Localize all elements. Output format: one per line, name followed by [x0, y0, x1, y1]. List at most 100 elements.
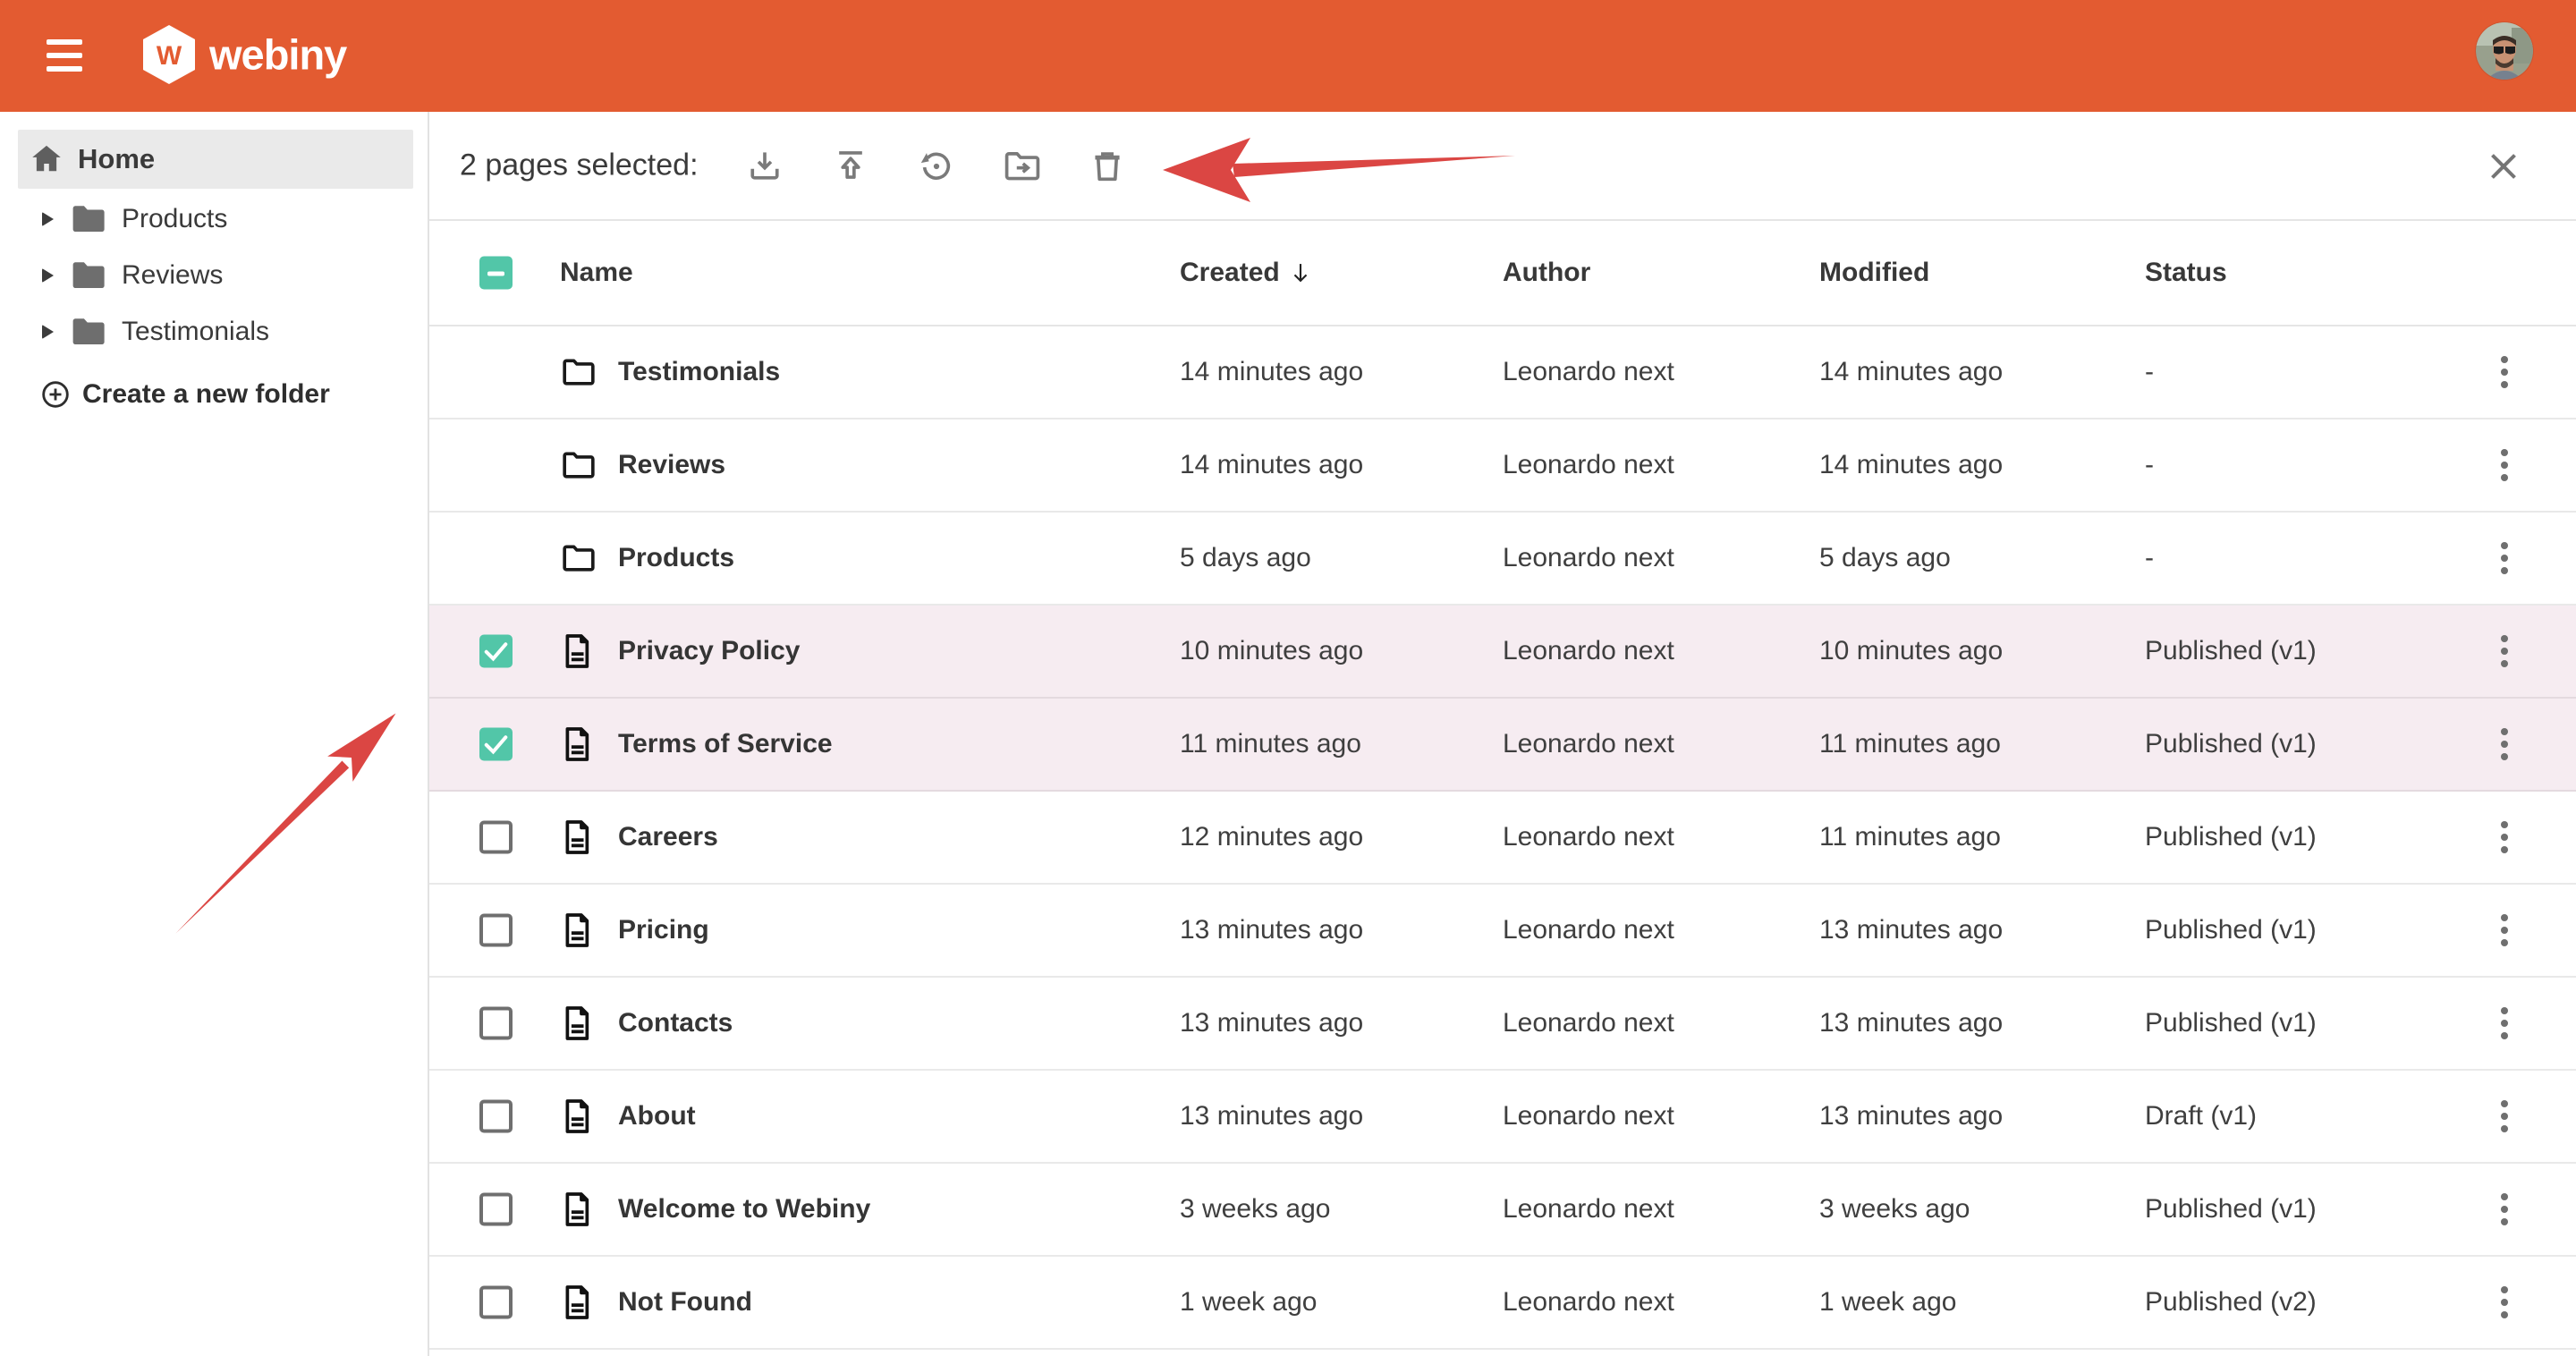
kebab-icon: [2501, 542, 2508, 549]
row-checkbox[interactable]: [479, 1286, 513, 1319]
svg-text:W: W: [157, 41, 182, 71]
cell-created: 3 weeks ago: [1180, 1194, 1330, 1225]
cell-created: 13 minutes ago: [1180, 1008, 1363, 1038]
column-header-name: Name: [560, 258, 633, 288]
sidebar-folder-item-testimonials[interactable]: Testimonials: [0, 303, 428, 360]
cell-status: Published (v1): [2145, 729, 2317, 759]
row-menu-button[interactable]: [2488, 999, 2521, 1047]
caret-right-icon[interactable]: [42, 325, 54, 339]
sidebar-folder-item-reviews[interactable]: Reviews: [0, 247, 428, 303]
table-row[interactable]: Testimonials 14 minutes ago Leonardo nex…: [429, 326, 2576, 420]
caret-right-icon[interactable]: [42, 212, 54, 226]
folder-icon: [562, 544, 596, 572]
row-menu-button[interactable]: [2488, 906, 2521, 954]
table-row[interactable]: About 13 minutes ago Leonardo next 13 mi…: [429, 1071, 2576, 1164]
kebab-icon: [2501, 1193, 2508, 1200]
user-avatar[interactable]: [2476, 22, 2533, 80]
row-checkbox[interactable]: [479, 914, 513, 947]
cell-status: Draft (v1): [2145, 1101, 2257, 1131]
cell-author: Leonardo next: [1503, 1101, 1674, 1131]
table-row[interactable]: Not Found 1 week ago Leonardo next 1 wee…: [429, 1257, 2576, 1350]
cell-status: -: [2145, 450, 2154, 480]
row-menu-button[interactable]: [2488, 720, 2521, 768]
folder-icon: [562, 451, 596, 479]
close-selection-button[interactable]: [2485, 148, 2522, 186]
table-row[interactable]: Pricing 13 minutes ago Leonardo next 13 …: [429, 885, 2576, 978]
table-header: Name Created Author Modified Status: [429, 221, 2576, 326]
document-icon: [562, 1191, 592, 1227]
table-row[interactable]: Contacts 13 minutes ago Leonardo next 13…: [429, 978, 2576, 1071]
row-menu-button[interactable]: [2488, 534, 2521, 582]
row-checkbox[interactable]: [479, 635, 513, 668]
cell-status: Published (v2): [2145, 1287, 2317, 1318]
row-checkbox[interactable]: [479, 1100, 513, 1133]
restore-icon: [917, 147, 956, 186]
select-all-checkbox[interactable]: [479, 257, 513, 290]
download-button[interactable]: [745, 147, 784, 186]
kebab-icon: [2501, 635, 2508, 642]
row-checkbox[interactable]: [479, 728, 513, 761]
kebab-icon: [2501, 821, 2508, 828]
column-header-modified: Modified: [1819, 258, 1929, 288]
row-checkbox[interactable]: [479, 1193, 513, 1226]
table-row[interactable]: Products 5 days ago Leonardo next 5 days…: [429, 513, 2576, 606]
cell-modified: 11 minutes ago: [1819, 729, 2001, 759]
cell-modified: 3 weeks ago: [1819, 1194, 1970, 1225]
sidebar-folder-item-products[interactable]: Products: [0, 191, 428, 247]
table-row[interactable]: Welcome to Webiny 3 weeks ago Leonardo n…: [429, 1164, 2576, 1257]
row-name: About: [618, 1101, 696, 1131]
sidebar-item-home[interactable]: Home: [18, 130, 413, 189]
document-icon: [562, 912, 592, 948]
brand-wordmark: webiny: [209, 30, 346, 79]
row-menu-button[interactable]: [2488, 441, 2521, 489]
row-menu-button[interactable]: [2488, 1092, 2521, 1140]
sort-desc-icon: [1289, 260, 1312, 285]
delete-button[interactable]: [1088, 147, 1127, 186]
bulk-actions-toolbar: 2 pages selected:: [429, 112, 2576, 221]
table-row[interactable]: Terms of Service 11 minutes ago Leonardo…: [429, 699, 2576, 792]
cell-author: Leonardo next: [1503, 543, 1674, 573]
document-icon: [562, 633, 592, 669]
column-header-created[interactable]: Created: [1180, 258, 1312, 288]
table-row[interactable]: Privacy Policy 10 minutes ago Leonardo n…: [429, 606, 2576, 699]
kebab-icon: [2501, 356, 2508, 363]
row-name: Testimonials: [618, 357, 780, 387]
document-icon: [562, 819, 592, 855]
publish-button[interactable]: [831, 147, 870, 186]
cell-modified: 14 minutes ago: [1819, 450, 2003, 480]
table-row[interactable]: Reviews 14 minutes ago Leonardo next 14 …: [429, 420, 2576, 513]
create-folder-button[interactable]: Create a new folder: [0, 367, 428, 422]
kebab-icon: [2501, 914, 2508, 921]
table-row[interactable]: Careers 12 minutes ago Leonardo next 11 …: [429, 792, 2576, 885]
webiny-logo[interactable]: W: [143, 25, 195, 89]
column-header-author: Author: [1503, 258, 1590, 288]
row-name: Reviews: [618, 450, 725, 480]
cell-status: Published (v1): [2145, 915, 2317, 945]
cell-status: -: [2145, 357, 2154, 387]
row-checkbox[interactable]: [479, 1007, 513, 1040]
cell-author: Leonardo next: [1503, 636, 1674, 666]
row-menu-button[interactable]: [2488, 1278, 2521, 1326]
row-checkbox[interactable]: [479, 821, 513, 854]
cell-created: 5 days ago: [1180, 543, 1311, 573]
cell-modified: 14 minutes ago: [1819, 357, 2003, 387]
column-header-status: Status: [2145, 258, 2227, 288]
row-name: Terms of Service: [618, 729, 833, 759]
cell-created: 12 minutes ago: [1180, 822, 1363, 852]
folder-icon: [71, 316, 108, 348]
cell-status: -: [2145, 543, 2154, 573]
restore-button[interactable]: [917, 147, 956, 186]
move-button[interactable]: [1003, 147, 1042, 186]
menu-icon[interactable]: [47, 39, 86, 72]
row-menu-button[interactable]: [2488, 813, 2521, 861]
row-menu-button[interactable]: [2488, 348, 2521, 396]
row-name: Products: [618, 543, 734, 573]
sidebar: Home Products Reviews Testimonials Creat…: [0, 112, 429, 1356]
row-menu-button[interactable]: [2488, 1185, 2521, 1233]
caret-right-icon[interactable]: [42, 268, 54, 283]
move-to-folder-icon: [1003, 147, 1042, 186]
close-icon: [2486, 148, 2521, 184]
document-icon: [562, 726, 592, 762]
row-menu-button[interactable]: [2488, 627, 2521, 675]
cell-author: Leonardo next: [1503, 357, 1674, 387]
